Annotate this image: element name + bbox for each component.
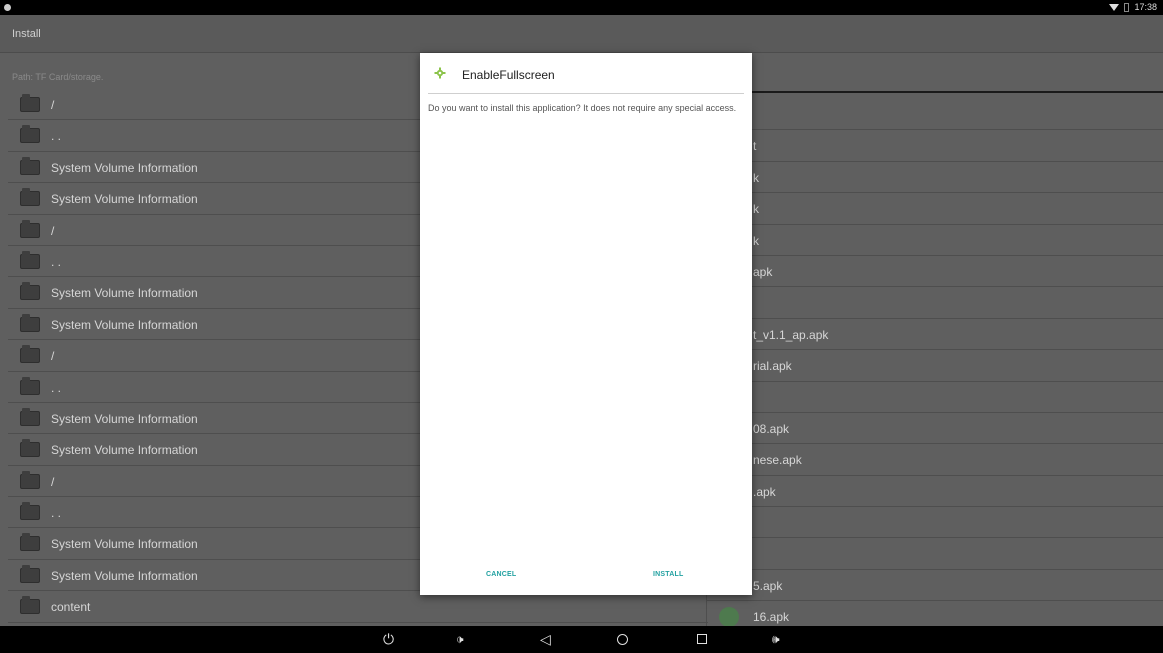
folder-label: System Volume Information — [51, 568, 198, 583]
folder-icon — [20, 596, 40, 615]
folder-label: . . — [51, 129, 62, 144]
apk-row[interactable] — [706, 507, 1163, 539]
folder-label: System Volume Information — [51, 317, 198, 332]
notification-dot-icon — [4, 4, 11, 11]
folder-label: / — [51, 98, 55, 112]
apk-row[interactable]: apk — [706, 255, 1163, 288]
folder-label: System Volume Information — [51, 286, 198, 301]
android-app-icon — [434, 67, 446, 79]
folder-icon — [20, 564, 40, 583]
apk-icon — [719, 607, 739, 628]
dialog-title: EnableFullscreen — [462, 68, 555, 82]
wifi-icon — [1109, 3, 1120, 11]
status-bar: 17:38 — [0, 0, 1163, 15]
apk-row[interactable]: k — [706, 161, 1163, 194]
apk-label: t — [753, 139, 757, 154]
folder-label: . . — [51, 254, 62, 269]
install-button[interactable]: INSTALL — [653, 571, 683, 578]
folder-label: content — [51, 600, 91, 615]
volume-down-icon[interactable]: 🕩 — [456, 632, 464, 646]
folder-icon — [20, 533, 40, 552]
status-icons: 17:38 — [1109, 2, 1157, 12]
apk-label: apk — [753, 264, 773, 279]
navigation-bar: ⏻ 🕩 ◁ 🕪 — [0, 626, 1163, 653]
apk-label: k — [753, 170, 759, 185]
power-icon[interactable]: ⏻ — [383, 632, 394, 646]
apk-label: 5.apk — [753, 578, 783, 593]
folder-icon — [20, 250, 40, 269]
apk-row[interactable]: t_v1.1_ap.apk — [706, 318, 1163, 351]
status-time: 17:38 — [1134, 2, 1157, 12]
recent-apps-icon[interactable] — [697, 634, 707, 644]
apk-row[interactable] — [706, 538, 1163, 570]
dialog-header: EnableFullscreen — [420, 53, 752, 93]
folder-icon — [20, 376, 40, 395]
folder-icon — [20, 345, 40, 364]
volume-up-icon[interactable]: 🕪 — [772, 632, 780, 646]
apk-row[interactable] — [706, 99, 1163, 131]
right-panel-divider — [740, 91, 1163, 93]
apk-label: t_v1.1_ap.apk — [753, 327, 829, 342]
home-icon[interactable] — [617, 634, 628, 645]
folder-icon — [20, 219, 40, 238]
apk-row[interactable]: 5.apk — [706, 569, 1163, 602]
folder-label: . . — [51, 380, 62, 395]
folder-label: System Volume Information — [51, 160, 198, 175]
folder-label: System Volume Information — [51, 192, 198, 207]
app-title: Install — [12, 28, 41, 40]
apk-label: nese.apk — [753, 453, 802, 468]
cancel-button[interactable]: CANCEL — [486, 571, 516, 578]
folder-label: / — [51, 223, 55, 238]
folder-icon — [20, 407, 40, 426]
battery-icon — [1124, 2, 1130, 12]
folder-icon — [20, 313, 40, 332]
apk-row[interactable]: rial.apk — [706, 350, 1163, 382]
path-label: Path: TF Card/storage. — [12, 72, 104, 82]
apk-label: 08.apk — [753, 421, 790, 436]
dialog-divider — [428, 93, 744, 94]
folder-label: System Volume Information — [51, 411, 198, 426]
folder-label: . . — [51, 506, 62, 521]
apk-label: k — [753, 233, 759, 248]
app-titlebar: Install — [0, 15, 1163, 53]
folder-row[interactable]: content — [8, 591, 708, 623]
apk-row[interactable] — [706, 381, 1163, 413]
dialog-message: Do you want to install this application?… — [428, 103, 737, 113]
apk-label: .apk — [753, 484, 776, 499]
folder-label: / — [51, 474, 55, 489]
apk-row[interactable]: k — [706, 224, 1163, 256]
apk-label: 16.apk — [753, 610, 790, 625]
folder-label: System Volume Information — [51, 537, 198, 552]
folder-icon — [20, 282, 40, 301]
back-icon[interactable]: ◁ — [540, 632, 551, 646]
folder-icon — [20, 439, 40, 458]
apk-label: rial.apk — [753, 359, 792, 374]
folder-label: System Volume Information — [51, 443, 198, 458]
folder-icon — [20, 470, 40, 489]
install-dialog: EnableFullscreen Do you want to install … — [420, 53, 752, 595]
apk-row[interactable] — [706, 287, 1163, 319]
apk-label: k — [753, 202, 759, 217]
apk-list: t k k k apk t_v1.1_ap.apk rial.apk 08.apk nese.a… — [706, 99, 1163, 633]
apk-row[interactable]: k — [706, 193, 1163, 225]
folder-label: / — [51, 349, 55, 364]
folder-icon — [20, 502, 40, 521]
apk-row[interactable]: .apk — [706, 475, 1163, 508]
folder-icon — [20, 125, 40, 144]
folder-icon — [20, 156, 40, 175]
apk-row[interactable]: nese.apk — [706, 444, 1163, 476]
apk-row[interactable]: 08.apk — [706, 412, 1163, 445]
apk-row[interactable]: t — [706, 130, 1163, 162]
folder-icon — [20, 94, 40, 112]
folder-icon — [20, 188, 40, 207]
